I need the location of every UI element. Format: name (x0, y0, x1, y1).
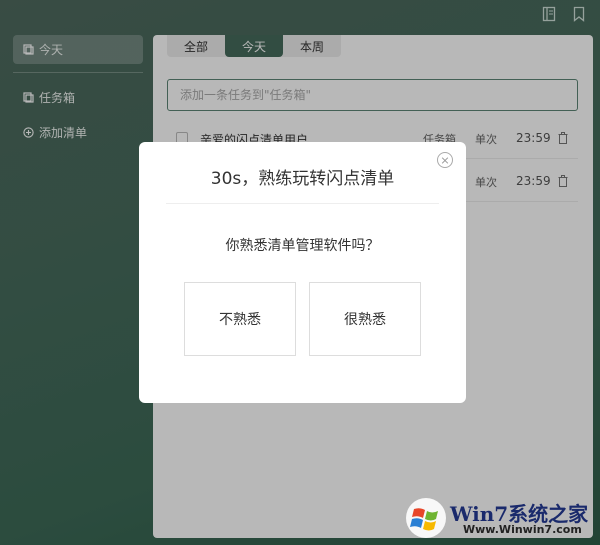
familiar-button[interactable]: 很熟悉 (309, 282, 421, 356)
onboarding-dialog: 30s，熟练玩转闪点清单 你熟悉清单管理软件吗？ 不熟悉 很熟悉 (139, 142, 466, 403)
unfamiliar-button[interactable]: 不熟悉 (184, 282, 296, 356)
close-icon[interactable] (437, 152, 453, 168)
site-watermark: Win7系统之家 Www.Winwin7.com (403, 495, 595, 541)
dialog-question: 你熟悉清单管理软件吗？ (225, 238, 380, 254)
watermark-url: Www.Winwin7.com (463, 523, 582, 536)
dialog-divider (166, 203, 439, 204)
windows-logo-icon (403, 497, 449, 539)
dialog-title: 30s，熟练玩转闪点清单 (210, 169, 395, 189)
